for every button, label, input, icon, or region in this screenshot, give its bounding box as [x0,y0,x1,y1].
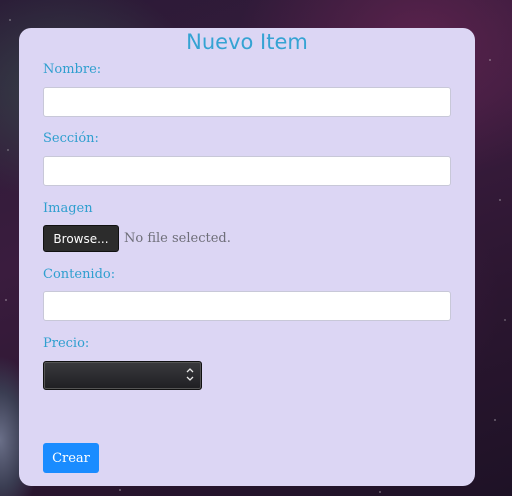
file-status-text: No file selected. [124,231,231,246]
precio-select[interactable] [43,361,202,390]
imagen-label: Imagen [43,201,93,216]
precio-label: Precio: [43,336,90,351]
new-item-form: Nuevo Item Nombre: Sección: Imagen Brows… [19,28,475,486]
crear-button[interactable]: Crear [43,443,99,473]
form-title: Nuevo Item [186,30,308,54]
seccion-input[interactable] [43,156,451,186]
contenido-input[interactable] [43,291,451,321]
up-down-chevron-icon [185,365,195,385]
imagen-file-input[interactable]: Browse... No file selected. [43,225,231,252]
nombre-label: Nombre: [43,62,102,77]
browse-button[interactable]: Browse... [43,225,119,252]
contenido-label: Contenido: [43,267,116,282]
nombre-input[interactable] [43,87,451,117]
seccion-label: Sección: [43,131,99,146]
